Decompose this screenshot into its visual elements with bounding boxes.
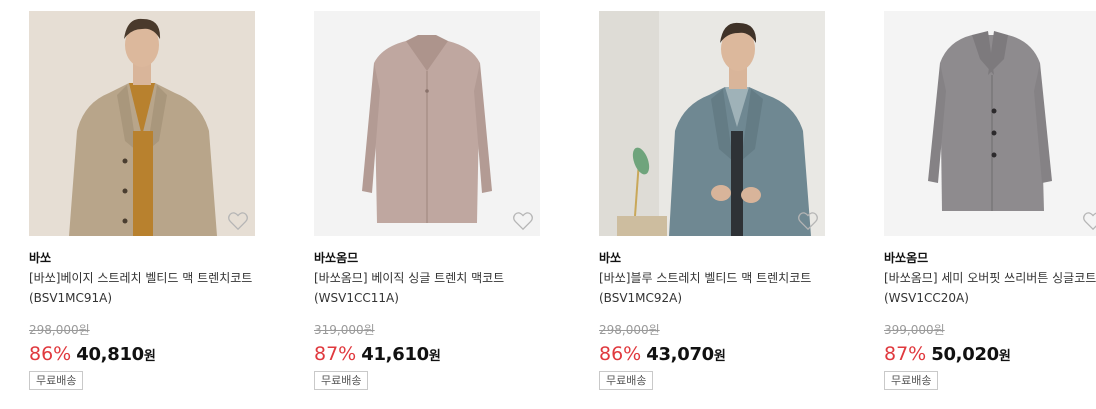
product-image[interactable] [29, 11, 255, 236]
product-card[interactable]: 바쏘 [바쏘]블루 스트레치 벨티드 맥 트렌치코트 (BSV1MC92A) 2… [599, 11, 825, 390]
heart-icon[interactable] [227, 211, 249, 231]
currency-unit: 원 [998, 349, 1011, 364]
free-shipping-badge: 무료배송 [314, 371, 369, 390]
sale-price: 50,020 [931, 344, 999, 365]
product-image[interactable] [599, 11, 825, 236]
product-name[interactable]: [바쏘옴므] 세미 오버핏 쓰리버튼 싱글코트 (WSV1CC20A) [884, 268, 1096, 308]
product-name[interactable]: [바쏘]블루 스트레치 벨티드 맥 트렌치코트 (BSV1MC92A) [599, 268, 825, 308]
discount-rate: 86% [29, 343, 72, 365]
price-line: 86% 43,070원 [599, 341, 825, 367]
free-shipping-badge: 무료배송 [29, 371, 84, 390]
brand-name[interactable]: 바쏘옴므 [884, 250, 1096, 266]
currency-unit: 원 [143, 349, 156, 364]
sale-price: 43,070 [646, 344, 714, 365]
product-image[interactable] [314, 11, 540, 236]
brand-name[interactable]: 바쏘 [29, 250, 255, 266]
heart-icon[interactable] [1082, 211, 1096, 231]
price-line: 87% 50,020원 [884, 341, 1096, 367]
original-price: 399,000원 [884, 323, 945, 337]
heart-icon[interactable] [797, 211, 819, 231]
product-card[interactable]: 바쏘 [바쏘]베이지 스트레치 벨티드 맥 트렌치코트 (BSV1MC91A) … [29, 11, 255, 390]
brand-name[interactable]: 바쏘옴므 [314, 250, 540, 266]
product-card[interactable]: 바쏘옴므 [바쏘옴므] 베이직 싱글 트렌치 맥코트 (WSV1CC11A) 3… [314, 11, 540, 390]
discount-rate: 87% [884, 343, 927, 365]
heart-icon[interactable] [512, 211, 534, 231]
product-photo-grey-coat [884, 11, 1096, 236]
sale-price: 41,610 [361, 344, 429, 365]
product-card[interactable]: 바쏘옴므 [바쏘옴므] 세미 오버핏 쓰리버튼 싱글코트 (WSV1CC20A)… [884, 11, 1096, 390]
product-name[interactable]: [바쏘]베이지 스트레치 벨티드 맥 트렌치코트 (BSV1MC91A) [29, 268, 255, 308]
price-line: 86% 40,810원 [29, 341, 255, 367]
product-photo-blue-coat [599, 11, 825, 236]
free-shipping-badge: 무료배송 [599, 371, 654, 390]
product-photo-pink-beige-coat [314, 11, 540, 236]
discount-rate: 87% [314, 343, 357, 365]
original-price: 319,000원 [314, 323, 375, 337]
product-photo-beige-coat [29, 11, 255, 236]
discount-rate: 86% [599, 343, 642, 365]
original-price: 298,000원 [29, 323, 90, 337]
free-shipping-badge: 무료배송 [884, 371, 939, 390]
product-image[interactable] [884, 11, 1096, 236]
product-name[interactable]: [바쏘옴므] 베이직 싱글 트렌치 맥코트 (WSV1CC11A) [314, 268, 540, 308]
price-line: 87% 41,610원 [314, 341, 540, 367]
brand-name[interactable]: 바쏘 [599, 250, 825, 266]
currency-unit: 원 [428, 349, 441, 364]
original-price: 298,000원 [599, 323, 660, 337]
sale-price: 40,810 [76, 344, 144, 365]
currency-unit: 원 [713, 349, 726, 364]
